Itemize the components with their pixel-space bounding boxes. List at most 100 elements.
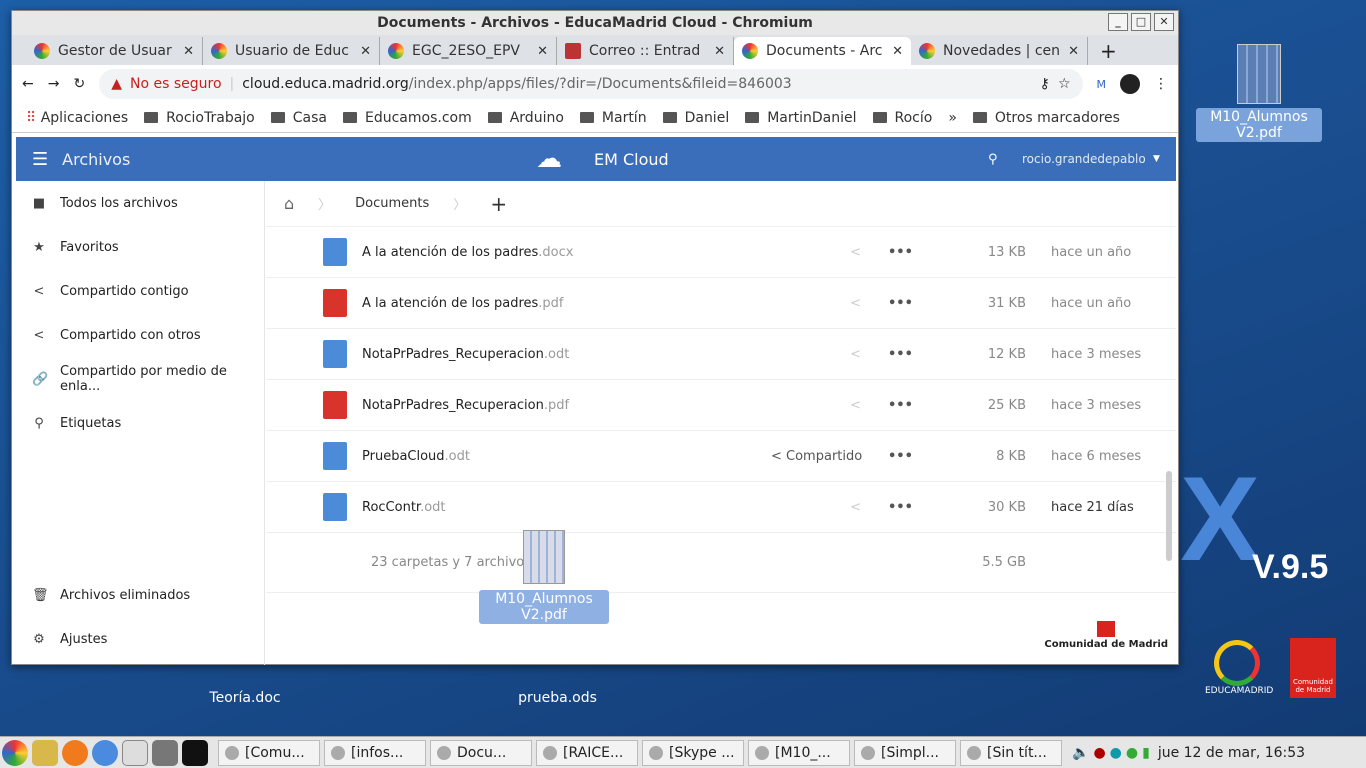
clock[interactable]: jue 12 de mar, 16:53 [1158, 745, 1305, 761]
bookmark-folder[interactable]: Daniel [663, 110, 730, 126]
back-icon[interactable]: ← [22, 76, 34, 92]
terminal-icon[interactable] [182, 739, 208, 766]
new-button[interactable]: + [490, 192, 507, 216]
firefox-icon[interactable] [62, 739, 88, 766]
bookmark-folder[interactable]: Martín [580, 110, 647, 126]
bookmark-folder[interactable]: Arduino [488, 110, 564, 126]
close-tab-icon[interactable]: ✕ [183, 44, 194, 59]
new-tab-button[interactable]: + [1088, 37, 1129, 65]
file-name[interactable]: RocContr.odt [362, 500, 446, 515]
sidebar-item-deleted[interactable]: 🗑 Archivos eliminados [16, 573, 264, 617]
volume-icon[interactable]: 🔈 [1072, 745, 1089, 761]
sidebar-item-tags[interactable]: ⚲ Etiquetas [16, 401, 264, 445]
tab[interactable]: Usuario de Educ ✕ [203, 37, 380, 65]
share-icon[interactable]: < [846, 296, 861, 311]
sidebar-item-settings[interactable]: ⚙ Ajustes [16, 617, 264, 661]
desktop-icon-teoria[interactable]: Teoría.doc [200, 664, 290, 706]
sidebar-item-shared-by-link[interactable]: 🔗 Compartido por medio de enla... [16, 357, 264, 401]
bookmark-folder[interactable]: Rocío [873, 110, 933, 126]
file-row[interactable]: A la atención de los padres.pdf < ••• 31… [266, 278, 1176, 329]
bookmark-other[interactable]: Otros marcadores [973, 110, 1120, 126]
bookmark-folder[interactable]: RocioTrabajo [144, 110, 255, 126]
more-actions-icon[interactable]: ••• [888, 398, 913, 413]
more-actions-icon[interactable]: ••• [888, 245, 913, 260]
more-bookmarks-icon[interactable]: » [948, 110, 957, 126]
share-icon[interactable]: < [846, 347, 861, 362]
desktop-icon-m10[interactable]: M10_Alumnos V2.pdf [1196, 44, 1322, 142]
extension-icon[interactable]: M [1097, 78, 1107, 91]
share-icon[interactable]: < [846, 500, 861, 515]
more-actions-icon[interactable]: ••• [888, 347, 913, 362]
files-icon[interactable] [122, 739, 148, 766]
battery-icon[interactable]: ▮ [1142, 745, 1150, 761]
taskbar-window-button[interactable]: [Simpl... [854, 739, 956, 766]
close-window-button[interactable]: ✕ [1154, 13, 1174, 31]
tab[interactable]: Gestor de Usuar ✕ [26, 37, 203, 65]
more-actions-icon[interactable]: ••• [888, 449, 913, 464]
skype-tray-icon[interactable]: ● [1110, 745, 1122, 761]
hamburger-icon[interactable]: ☰ [32, 149, 48, 170]
sidebar-item-favorites[interactable]: ★ Favoritos [16, 225, 264, 269]
tray-record-icon[interactable]: ● [1093, 745, 1105, 761]
taskbar-window-button[interactable]: [Comu... [218, 739, 320, 766]
security-label[interactable]: No es seguro [130, 76, 222, 92]
menu-icon[interactable]: ⋮ [1154, 76, 1168, 92]
file-row[interactable]: NotaPrPadres_Recuperacion.pdf < ••• 25 K… [266, 380, 1176, 431]
menu-launcher-icon[interactable] [2, 739, 28, 766]
tab[interactable]: Novedades | cen ✕ [911, 37, 1088, 65]
close-tab-icon[interactable]: ✕ [892, 44, 903, 59]
chromium-icon[interactable] [92, 739, 118, 766]
scrollbar[interactable] [1166, 471, 1172, 561]
dragged-file[interactable]: M10_Alumnos V2.pdf [479, 530, 609, 624]
bookmark-folder[interactable]: Educamos.com [343, 110, 472, 126]
key-icon[interactable]: ⚷ [1040, 76, 1050, 92]
file-name[interactable]: PruebaCloud.odt [362, 449, 470, 464]
file-name[interactable]: NotaPrPadres_Recuperacion.pdf [362, 398, 569, 413]
taskbar-window-button[interactable]: [Skype ... [642, 739, 744, 766]
file-name[interactable]: NotaPrPadres_Recuperacion.odt [362, 347, 569, 362]
sidebar-item-all[interactable]: ■ Todos los archivos [16, 181, 264, 225]
close-tab-icon[interactable]: ✕ [1068, 44, 1079, 59]
breadcrumb-documents[interactable]: Documents [355, 196, 429, 211]
editor-launcher-icon[interactable] [32, 739, 58, 766]
search-icon[interactable]: ⚲ [988, 152, 998, 167]
desktop-icon-prueba[interactable]: prueba.ods [510, 664, 605, 706]
network-icon[interactable]: ● [1126, 745, 1138, 761]
file-row[interactable]: A la atención de los padres.docx < ••• 1… [266, 227, 1176, 278]
profile-avatar[interactable] [1120, 74, 1140, 94]
file-row[interactable]: PruebaCloud.odt < Compartido ••• 8 KB ha… [266, 431, 1176, 482]
more-actions-icon[interactable]: ••• [888, 500, 913, 515]
bookmark-apps[interactable]: ⠿ Aplicaciones [26, 110, 128, 126]
home-icon[interactable]: ⌂ [284, 194, 294, 213]
tab[interactable]: Correo :: Entrad ✕ [557, 37, 734, 65]
taskbar-window-button[interactable]: Docu... [430, 739, 532, 766]
maximize-button[interactable]: □ [1131, 13, 1151, 31]
minimize-button[interactable]: _ [1108, 13, 1128, 31]
tab-active[interactable]: Documents - Arc ✕ [734, 37, 911, 65]
reload-icon[interactable]: ↻ [73, 76, 85, 92]
taskbar-window-button[interactable]: [Sin tít... [960, 739, 1062, 766]
file-name[interactable]: A la atención de los padres.docx [362, 245, 573, 260]
drive-icon[interactable] [152, 739, 178, 766]
user-menu[interactable]: rocio.grandedepablo [1022, 152, 1146, 166]
more-actions-icon[interactable]: ••• [888, 296, 913, 311]
shared-indicator[interactable]: < Compartido [771, 449, 862, 464]
close-tab-icon[interactable]: ✕ [360, 44, 371, 59]
taskbar-window-button[interactable]: [infos... [324, 739, 426, 766]
close-tab-icon[interactable]: ✕ [714, 44, 725, 59]
file-row[interactable]: RocContr.odt < ••• 30 KB hace 21 días [266, 482, 1176, 533]
taskbar-window-button[interactable]: [M10_... [748, 739, 850, 766]
file-name[interactable]: A la atención de los padres.pdf [362, 296, 564, 311]
address-bar[interactable]: ▲ No es seguro | cloud.educa.madrid.org/… [99, 69, 1083, 99]
forward-icon[interactable]: → [48, 76, 60, 92]
sidebar-item-shared-with-others[interactable]: < Compartido con otros [16, 313, 264, 357]
bookmark-folder[interactable]: Casa [271, 110, 327, 126]
share-icon[interactable]: < [846, 245, 861, 260]
bookmark-folder[interactable]: MartinDaniel [745, 110, 856, 126]
taskbar-window-button[interactable]: [RAICE... [536, 739, 638, 766]
sidebar-item-shared-with-you[interactable]: < Compartido contigo [16, 269, 264, 313]
tab[interactable]: EGC_2ESO_EPV ✕ [380, 37, 557, 65]
app-section[interactable]: Archivos [62, 150, 130, 169]
star-icon[interactable]: ☆ [1058, 76, 1071, 92]
file-row[interactable]: NotaPrPadres_Recuperacion.odt < ••• 12 K… [266, 329, 1176, 380]
